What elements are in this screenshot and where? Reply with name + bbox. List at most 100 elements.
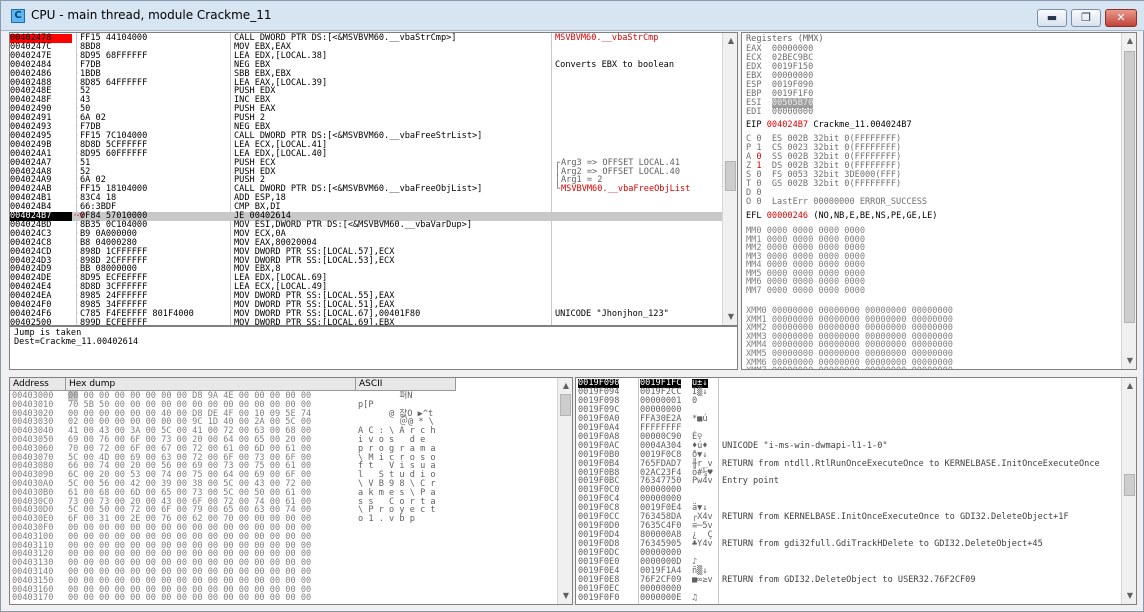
scroll-up-icon[interactable]: ▲ [558,378,572,394]
disasm-row[interactable]: 00402500·899D ECFEFFFFMOV DWORD PTR SS:[… [10,317,722,326]
disasm-address[interactable]: 00402486 [10,69,72,79]
scroll-down-icon[interactable]: ▼ [1122,588,1136,604]
disassembly-scrollbar[interactable]: ▲ ▼ [722,33,737,325]
disasm-address[interactable]: 00402500 [10,319,72,325]
stack-comment: RETURN from GDI32.DeleteObject to USER32… [722,574,976,585]
stack-comment: Entry point [722,476,779,487]
scroll-thumb[interactable] [1124,51,1135,323]
stack-ascii: ð▼↓ [692,449,708,460]
stack-ascii: ■∞≥v [692,574,713,585]
register-name: EIP [746,120,762,130]
stack-address[interactable]: 0019F0F0 [578,594,619,603]
close-icon: ✕ [1116,11,1126,24]
disasm-bytes: 899D ECFEFFFF [80,317,148,326]
disasm-instruction: PUSH ECX [234,157,276,168]
stack-value[interactable]: 0000000E [640,594,681,603]
stack-ascii: Pw4v [692,476,713,487]
stack-comment: UNICODE "i-ms-win-dwmapi-l1-1-0" [722,440,888,451]
info-pane: Jump is taken Dest=Crackme_11.00402614 [9,326,738,370]
stack-pane[interactable]: 0019F090 0019F1FC ü±↓ 0019F094 0019F2CC Ì▒↓ 00… [575,377,1137,605]
dump-ascii-header[interactable]: ASCII [356,378,456,391]
disasm-comment: MSVBVM60.__vbaFreeObjList [561,184,691,195]
stack-row[interactable]: 0019F0F0 0000000E ♫ [576,594,1121,603]
disasm-row[interactable]: 0040248E·52PUSH EDX [10,87,722,96]
restore-button[interactable]: ❐ [1071,9,1101,27]
disasm-row[interactable]: 00402490·50PUSH EAX [10,105,722,114]
dump-address[interactable]: 00403170 [12,594,53,603]
scroll-down-icon[interactable]: ▼ [558,588,572,604]
stack-comment: RETURN from ntdll.RtlRunOnceExecuteOnce … [722,458,1100,469]
scroll-up-icon[interactable]: ▲ [723,33,737,49]
stack-scrollbar[interactable]: ▲ ▼ [1121,378,1136,604]
restore-icon: ❐ [1081,11,1091,24]
disasm-comment: MSVBVM60.__vbaStrCmp [555,33,659,43]
disasm-row[interactable]: 00402484·F7DBNEG EBXConverts EBX to bool… [10,59,722,70]
stack-ascii: 0 [692,395,698,406]
register-value[interactable]: 004024B7 [767,120,808,130]
memory-dump-pane[interactable]: Address Hex dump ASCII 00403000 00 00 00 … [9,377,573,605]
register-value[interactable]: 00000246 [767,211,808,221]
stack-ascii: ♫ [692,592,698,603]
disasm-instruction: SBB EBX,EBX [234,68,291,79]
stack-ascii: ♣Y4v [692,539,713,550]
xmm-register[interactable]: XMM7 00000000 00000000 00000000 00000000 [746,367,953,369]
registers-pane[interactable]: Registers (MMX) EAX 00000000 ECX 02BEC9BC… [741,32,1137,370]
scroll-down-icon[interactable]: ▼ [1122,353,1136,369]
disasm-comment: UNICODE "Jhonjhon_123" [555,308,669,319]
disasm-row[interactable]: 00402491·6A 02PUSH 2 [10,114,722,123]
disasm-row[interactable]: 00402488·8D85 64FFFFFFLEA EAX,[LOCAL.39] [10,77,722,88]
disasm-instruction: MOV DWORD PTR SS:[LOCAL.57],ECX [234,246,395,257]
disasm-bytes: 8D85 64FFFFFF [80,77,148,88]
stack-ascii: ╫r_v [692,458,713,469]
disasm-row[interactable]: 004024AB·FF15 18104000CALL DWORD PTR DS:… [10,185,722,194]
scroll-thumb[interactable] [1124,474,1135,496]
minimize-icon: ▬ [1046,11,1058,24]
stack-value[interactable]: 765FDAD7 [640,459,681,469]
dump-address-header[interactable]: Address [10,378,66,391]
dump-row[interactable]: 00403170 00 00 00 00 00 00 00 00 00 00 00… [10,594,556,603]
stack-value[interactable]: 0019F0C8 [640,450,681,460]
register-name: EFL [746,211,762,221]
disasm-row[interactable]: 004024A8·52PUSH EDX│Arg2 => OFFSET LOCAL… [10,167,722,177]
minimize-button[interactable]: ▬ [1037,9,1067,27]
disasm-bytes: 898D 1CFFFFFF [80,246,148,257]
scroll-up-icon[interactable]: ▲ [1122,33,1136,49]
dump-scrollbar[interactable]: ▲ ▼ [557,378,572,604]
scroll-down-icon[interactable]: ▼ [723,309,737,325]
registers-scrollbar[interactable]: ▲ ▼ [1121,33,1136,369]
title-bar[interactable]: C CPU - main thread, module Crackme_11 ▬… [1,1,1144,31]
register-name: EDI [746,107,767,117]
close-button[interactable]: ✕ [1105,9,1137,27]
mmx-register[interactable]: MM7 0000 0000 0000 0000 [746,286,865,296]
disasm-row[interactable]: 00402478·FF15 44104000CALL DWORD PTR DS:… [10,34,722,43]
disasm-comment: Arg3 => OFFSET LOCAL.41 [561,157,680,168]
register-efl[interactable]: EFL 00000246 (NO,NB,E,BE,NS,PE,GE,LE) [746,212,938,221]
flag-row[interactable]: O 0 LastErr 00000000 ERROR_SUCCESS [746,198,927,207]
register-value[interactable]: 00000000 [772,107,813,117]
arg-bracket: ┌ [555,157,561,168]
register-note: Crackme_11.004024B7 [813,120,912,130]
window-title: CPU - main thread, module Crackme_11 [31,8,272,22]
disasm-row[interactable]: 004024B1·83C4 18ADD ESP,18 [10,194,722,203]
stack-address[interactable]: 0019F0B0 [578,450,619,460]
disasm-comment: Converts EBX to boolean [555,59,674,70]
scroll-up-icon[interactable]: ▲ [1122,378,1136,394]
disasm-row[interactable]: 0040248F·43INC EBX [10,96,722,105]
disasm-bytes: 8D95 60FFFFFF [80,148,148,159]
stack-comment: RETURN from gdi32full.GdiTrackHDelete to… [722,539,1043,550]
disassembly-pane[interactable]: 00402478·FF15 44104000CALL DWORD PTR DS:… [9,32,738,326]
register-eip[interactable]: EIP 004024B7 Crackme_11.004024B7 [746,121,912,130]
stack-address[interactable]: 0019F0B4 [578,459,619,469]
dump-hex[interactable]: 00 00 00 00 00 00 00 00 00 00 00 00 00 0… [68,594,311,603]
dump-hex-header[interactable]: Hex dump [66,378,356,391]
scroll-thumb[interactable] [725,161,736,191]
debugger-window: C CPU - main thread, module Crackme_11 ▬… [0,0,1144,612]
scroll-thumb[interactable] [560,394,571,416]
registers-header: Registers (MMX) [746,34,824,44]
dump-ascii[interactable]: o 1 . v b p [358,515,441,524]
register-edi[interactable]: EDI 00000000 [746,108,813,117]
stack-comment: RETURN from KERNELBASE.InitOnceExecuteOn… [722,512,1069,523]
disasm-address[interactable]: 004024CD [10,247,72,257]
disasm-address[interactable]: 004024A7 [10,158,72,168]
flag-row[interactable]: T 0 GS 002B 32bit 0(FFFFFFFF) [746,180,901,189]
